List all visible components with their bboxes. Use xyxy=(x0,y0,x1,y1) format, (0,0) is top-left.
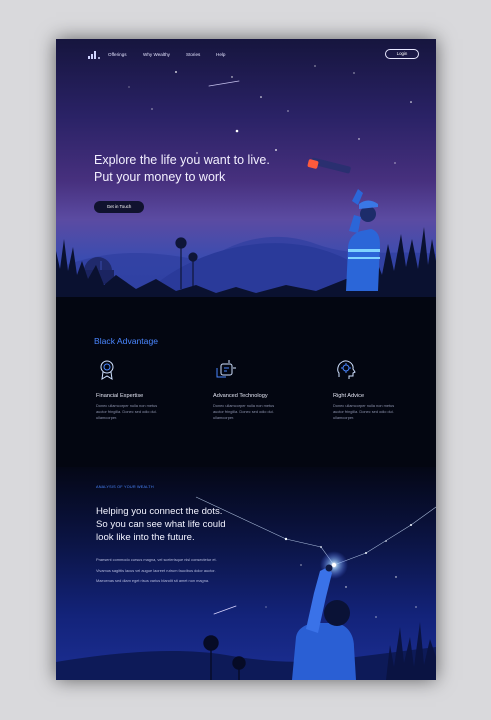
hero-section: Offerings Why Wealthy Stories Help Login… xyxy=(56,39,436,297)
award-ribbon-icon xyxy=(100,360,114,380)
shooting-star xyxy=(213,605,237,615)
shooting-star xyxy=(208,80,240,87)
advantage-title: Black Advantage xyxy=(94,336,159,346)
advantage-section: Black Advantage Financial Expertise Done… xyxy=(56,297,436,467)
analysis-paragraph: Praesent commodo cursus magna, vel scele… xyxy=(96,557,217,562)
analysis-paragraphs: Praesent commodo cursus magna, vel scele… xyxy=(96,557,266,589)
hero-headline: Explore the life you want to live. Put y… xyxy=(94,152,294,186)
advisor-head-icon xyxy=(337,360,356,379)
analysis-headline-line-1: Helping you connect the dots. xyxy=(96,506,223,517)
ground-silhouette xyxy=(56,647,436,680)
technology-cube-icon xyxy=(216,360,236,378)
analysis-headline-line-2: So you can see what life could xyxy=(96,519,226,531)
nav-link-offerings[interactable]: Offerings xyxy=(108,52,127,57)
nav-link-stories[interactable]: Stories xyxy=(186,52,200,57)
moon-icon xyxy=(301,88,312,99)
grass-foreground xyxy=(386,622,436,680)
analysis-eyebrow: ANALYSIS OF YOUR WEALTH xyxy=(96,485,154,489)
analysis-headline: Helping you connect the dots. So you can… xyxy=(96,505,226,545)
hero-headline-line-2: Put your money to work xyxy=(94,170,226,184)
analysis-paragraph: Maecenas sed diam eget risus varius blan… xyxy=(96,578,210,583)
reaching-figure xyxy=(292,564,356,680)
feature-description: Donec ullamcorper nulla non metus auctor… xyxy=(333,403,395,421)
feature-title: Financial Expertise xyxy=(96,393,144,399)
feature-right-advice: Right Advice Donec ullamcorper nulla non… xyxy=(333,359,423,422)
feature-title: Right Advice xyxy=(333,393,365,399)
login-button[interactable]: Login xyxy=(385,49,419,59)
feature-description: Donec ullamcorper nulla non metus auctor… xyxy=(213,403,275,421)
nav-link-help[interactable]: Help xyxy=(216,52,225,57)
feature-advanced-technology: Advanced Technology Donec ullamcorper nu… xyxy=(213,359,303,422)
feature-title: Advanced Technology xyxy=(213,393,268,399)
touched-star xyxy=(331,562,337,568)
get-in-touch-button[interactable]: Get in Touch xyxy=(94,201,144,213)
feature-description: Donec ullamcorper nulla non metus auctor… xyxy=(96,403,158,421)
constellation-line xyxy=(333,506,436,566)
analysis-section: ANALYSIS OF YOUR WEALTH Helping you conn… xyxy=(56,467,436,680)
analysis-paragraph: Vivamus sagittis lacus vel augue laoreet… xyxy=(96,567,216,573)
feature-financial-expertise: Financial Expertise Donec ullamcorper nu… xyxy=(96,359,186,422)
analysis-headline-line-3: look like into the future. xyxy=(96,532,195,544)
landing-page-frame: Offerings Why Wealthy Stories Help Login… xyxy=(56,39,436,680)
hero-stars xyxy=(116,65,412,164)
hero-headline-line-1: Explore the life you want to live. xyxy=(94,153,270,167)
nav-link-why-wealthy[interactable]: Why Wealthy xyxy=(143,52,170,57)
logo-icon[interactable] xyxy=(88,51,102,59)
top-navigation: Offerings Why Wealthy Stories Help Login xyxy=(56,39,436,69)
